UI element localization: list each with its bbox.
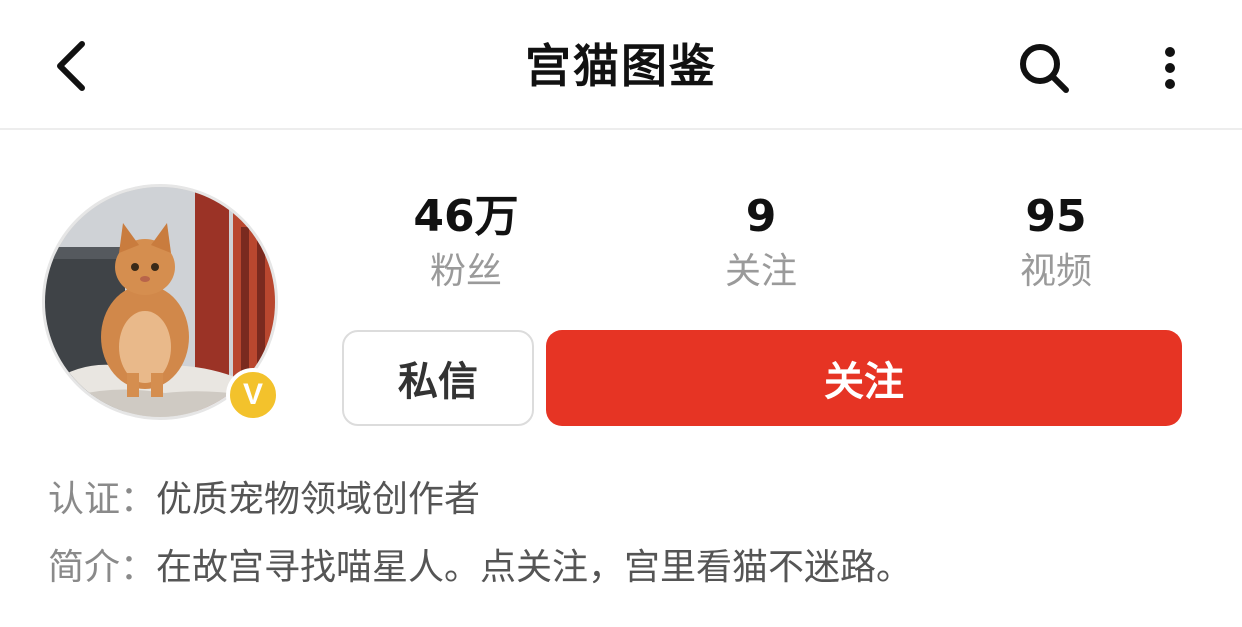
verified-badge: V [226, 368, 280, 422]
follow-button[interactable]: 关注 [546, 330, 1182, 426]
search-button[interactable] [1010, 34, 1078, 102]
followers-count: 46万 [413, 191, 519, 242]
more-vertical-icon [1165, 47, 1175, 89]
stat-videos[interactable]: 95 视频 [956, 188, 1156, 298]
profile-stats: 46万 粉丝 9 关注 95 视频 [320, 188, 1210, 308]
certification-label: 认证： [48, 479, 157, 520]
intro-value: 在故宫寻找喵星人。点关注，宫里看猫不迷路。 [156, 547, 913, 588]
videos-count: 95 [1025, 191, 1087, 242]
certification-value: 优质宠物领域创作者 [156, 479, 481, 520]
certification-line: 认证：优质宠物领域创作者 [48, 474, 480, 526]
search-icon [1020, 44, 1069, 93]
following-label: 关注 [724, 251, 797, 292]
stat-following[interactable]: 9 关注 [661, 188, 861, 298]
following-count: 9 [745, 191, 777, 242]
message-button[interactable]: 私信 [342, 330, 534, 426]
top-navigation-bar: 宫猫图鉴 [0, 0, 1242, 130]
intro-label: 简介： [48, 547, 157, 588]
followers-label: 粉丝 [429, 251, 502, 292]
stat-followers[interactable]: 46万 粉丝 [366, 188, 566, 298]
profile-avatar-container[interactable]: V [42, 184, 282, 424]
more-options-button[interactable] [1144, 34, 1196, 102]
videos-label: 视频 [1019, 251, 1092, 292]
intro-line: 简介：在故宫寻找喵星人。点关注，宫里看猫不迷路。 [48, 542, 912, 594]
